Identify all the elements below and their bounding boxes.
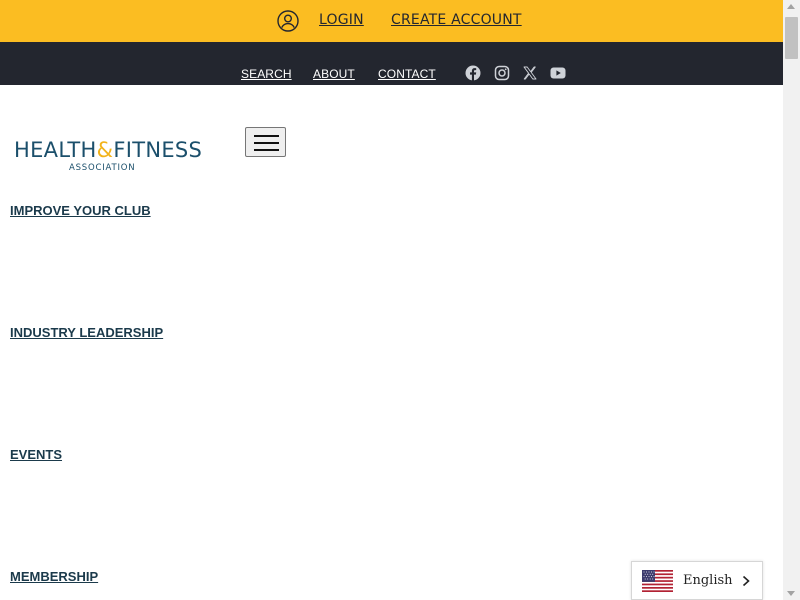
hamburger-menu-icon[interactable] <box>245 127 286 157</box>
account-bar: LOGIN CREATE ACCOUNT <box>0 0 783 42</box>
page-scrollbar[interactable] <box>783 0 800 600</box>
about-link[interactable]: ABOUT <box>313 67 355 81</box>
utility-nav-bar: SEARCH ABOUT CONTACT <box>0 42 783 85</box>
nav-link-events[interactable]: EVENTS <box>10 447 62 462</box>
health-fitness-association-logo[interactable]: HEALTH&FITNESS ASSOCIATION <box>14 138 204 178</box>
user-circle-icon[interactable] <box>277 10 299 32</box>
us-flag-icon <box>642 570 673 592</box>
language-selector[interactable]: English <box>631 561 763 600</box>
language-label: English <box>683 573 733 588</box>
search-link[interactable]: SEARCH <box>241 67 292 81</box>
login-link[interactable]: LOGIN <box>319 12 364 28</box>
scroll-up-icon[interactable] <box>787 4 795 9</box>
x-icon[interactable] <box>522 65 538 81</box>
chevron-right-icon <box>742 575 750 587</box>
facebook-icon[interactable] <box>465 65 481 81</box>
scrollbar-thumb[interactable] <box>785 17 798 59</box>
contact-link[interactable]: CONTACT <box>378 67 436 81</box>
create-account-link[interactable]: CREATE ACCOUNT <box>391 12 522 28</box>
nav-link-membership[interactable]: MEMBERSHIP <box>10 569 98 584</box>
nav-link-industry-leadership[interactable]: INDUSTRY LEADERSHIP <box>10 325 163 340</box>
page: LOGIN CREATE ACCOUNT SEARCH ABOUT CONTAC… <box>0 0 783 600</box>
youtube-icon[interactable] <box>550 65 566 81</box>
instagram-icon[interactable] <box>494 65 510 81</box>
scroll-down-icon[interactable] <box>787 591 795 596</box>
nav-link-improve-your-club[interactable]: IMPROVE YOUR CLUB <box>10 203 151 218</box>
